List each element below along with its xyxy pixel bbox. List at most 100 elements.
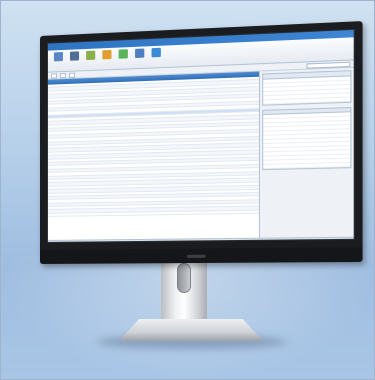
- table-cell: [127, 181, 150, 184]
- table-cell: [223, 158, 236, 161]
- main-area: [48, 68, 354, 240]
- table-cell: [127, 174, 150, 177]
- ribbon-button-2[interactable]: [68, 51, 80, 62]
- table-cell: [223, 186, 236, 189]
- ribbon-button-5[interactable]: [117, 49, 129, 60]
- table-cell: [100, 192, 127, 195]
- computer-monitor: [40, 21, 363, 264]
- tab-2[interactable]: [60, 72, 66, 77]
- table-cell: [223, 207, 236, 210]
- table-cell: [235, 200, 260, 203]
- table-cell: [223, 116, 236, 119]
- table-cell: [223, 200, 236, 203]
- table-cell: [223, 155, 236, 158]
- brand-logo: [187, 255, 206, 258]
- table-cell: [235, 211, 260, 214]
- table-cell: [223, 151, 236, 154]
- table-cell: [223, 169, 236, 172]
- table-cell: [223, 78, 236, 81]
- table-cell: [223, 211, 236, 214]
- table-cell: [223, 172, 236, 175]
- details-sidebar: [260, 68, 354, 238]
- table-cell: [223, 165, 236, 168]
- property-value: [296, 163, 351, 167]
- property-key: [263, 99, 295, 103]
- table-cell: [100, 195, 127, 198]
- table-cell: [127, 198, 150, 201]
- table-cell: [223, 85, 236, 88]
- table-cell: [235, 165, 260, 168]
- table-cell: [223, 148, 236, 151]
- table-cell: [223, 123, 236, 126]
- ribbon-button-6[interactable]: [133, 48, 145, 59]
- tab-1[interactable]: [51, 73, 57, 78]
- table-cell: [223, 113, 236, 116]
- table-cell: [127, 212, 150, 215]
- help-icon: [151, 48, 160, 58]
- table-cell: [100, 202, 127, 205]
- properties-panel-1: [262, 70, 351, 105]
- stack-icon: [69, 51, 78, 60]
- table-cell: [127, 167, 150, 170]
- table-cell: [223, 183, 236, 186]
- table-cell: [223, 204, 236, 207]
- property-key: [263, 164, 295, 168]
- ribbon-button-1[interactable]: [52, 52, 64, 63]
- results-table: [48, 72, 260, 240]
- table-cell: [187, 208, 223, 211]
- table-cell: [235, 203, 260, 206]
- table-cell: [223, 88, 236, 91]
- search-input[interactable]: [306, 61, 350, 68]
- ribbon-button-3[interactable]: [84, 51, 96, 62]
- table-cell: [235, 196, 260, 199]
- table-cell: [235, 189, 260, 192]
- table-cell: [235, 168, 260, 171]
- table-cell: [100, 213, 127, 216]
- table-cell: [127, 185, 150, 188]
- monitor-bezel-chin: [40, 247, 363, 264]
- tools-icon: [135, 49, 144, 59]
- flag-icon: [102, 50, 111, 59]
- table-cell: [100, 209, 127, 212]
- cable-hole: [177, 263, 191, 293]
- table-cell: [100, 206, 127, 209]
- property-value: [296, 97, 351, 102]
- table-cell: [223, 99, 236, 102]
- table-body: [48, 77, 259, 217]
- table-cell: [223, 134, 236, 137]
- ribbon-button-4[interactable]: [100, 50, 112, 61]
- ribbon-button-7[interactable]: [149, 48, 161, 59]
- table-cell: [223, 109, 236, 112]
- table-cell: [127, 188, 150, 191]
- table-cell: [149, 212, 186, 215]
- properties-panel-2: [262, 106, 351, 170]
- table-cell: [100, 188, 127, 191]
- table-cell: [223, 176, 236, 179]
- table-cell: [223, 137, 236, 140]
- table-cell: [223, 193, 236, 196]
- tab-3[interactable]: [69, 72, 75, 77]
- new-document-icon: [53, 52, 62, 61]
- property-row: [263, 163, 350, 169]
- table-cell: [48, 213, 100, 216]
- table-cell: [223, 120, 236, 123]
- table-cell: [223, 95, 236, 98]
- table-cell: [127, 205, 150, 208]
- globe-icon: [118, 49, 127, 59]
- table-cell: [127, 178, 150, 181]
- table-cell: [235, 207, 260, 210]
- table-cell: [235, 175, 260, 178]
- table-cell: [235, 182, 260, 185]
- table-cell: [223, 197, 236, 200]
- table-cell: [223, 92, 236, 95]
- table-cell: [223, 127, 236, 130]
- table-cell: [127, 164, 150, 167]
- table-cell: [127, 171, 150, 174]
- sample-icon: [86, 51, 95, 60]
- table-cell: [223, 141, 236, 144]
- table-cell: [235, 172, 260, 175]
- monitor-screen: [47, 29, 355, 243]
- table-cell: [235, 186, 260, 189]
- table-cell: [223, 190, 236, 193]
- table-cell: [127, 195, 150, 198]
